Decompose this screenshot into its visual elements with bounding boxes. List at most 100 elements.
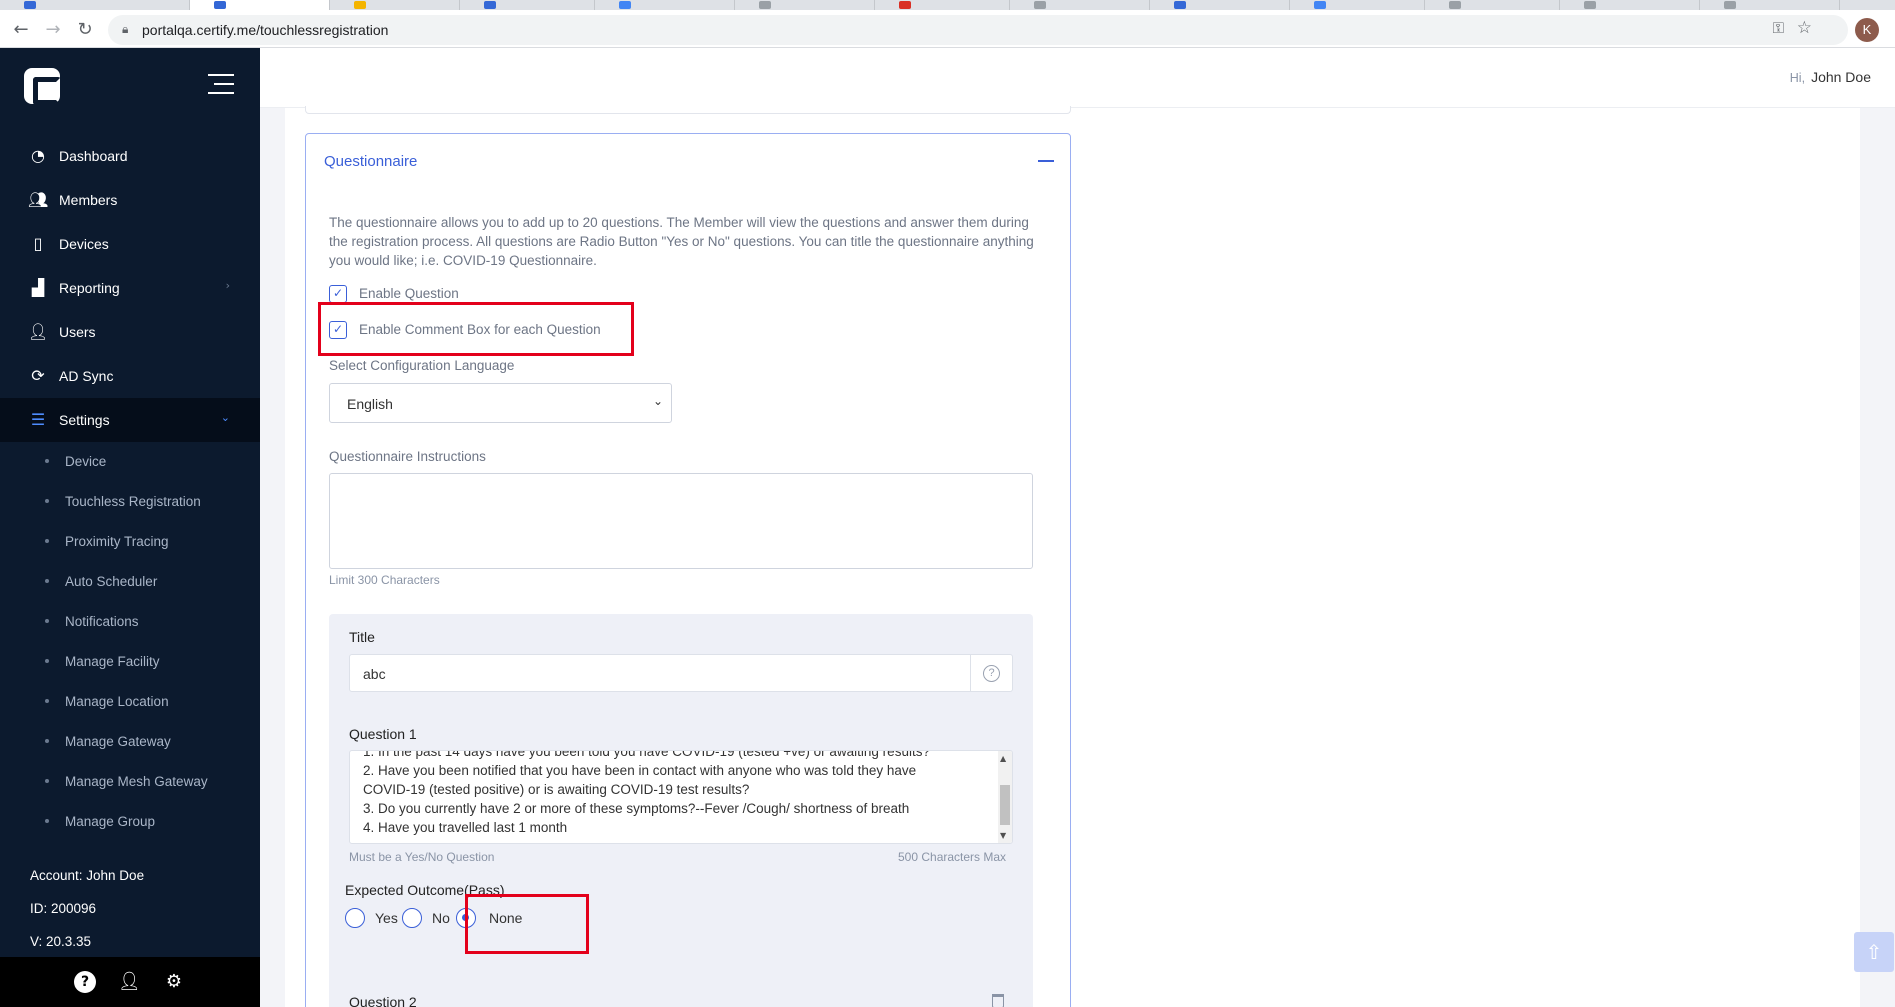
browser-tab[interactable] xyxy=(1290,0,1425,10)
outcome-no-label: No xyxy=(432,910,450,926)
help-icon[interactable]: ? xyxy=(74,971,96,993)
sidebar-item-users[interactable]: 👤︎ Users xyxy=(0,310,260,354)
textarea-scrollbar[interactable]: ▲ ▼ xyxy=(998,751,1012,843)
sidebar-subitem-label: Auto Scheduler xyxy=(65,574,158,589)
scroll-to-top-button[interactable]: ⇧ xyxy=(1854,932,1894,972)
certify-logo[interactable] xyxy=(24,68,61,105)
language-selected-value: English xyxy=(347,396,393,412)
bullet-icon xyxy=(45,779,49,783)
sidebar-subitem-auto-scheduler[interactable]: Auto Scheduler xyxy=(0,566,260,596)
question-yes-no-hint: Must be a Yes/No Question xyxy=(349,850,495,864)
sidebar-item-dashboard[interactable]: ◔ Dashboard xyxy=(0,134,260,178)
trash-icon[interactable] xyxy=(992,994,1004,1007)
collapse-minus-icon[interactable] xyxy=(1038,160,1054,162)
scroll-up-icon[interactable]: ▲ xyxy=(1000,754,1006,763)
bullet-icon xyxy=(45,459,49,463)
sidebar-item-label: Devices xyxy=(59,236,109,252)
profile-avatar[interactable]: K xyxy=(1855,18,1879,42)
browser-tab[interactable] xyxy=(460,0,595,10)
sidebar-item-label: Dashboard xyxy=(59,148,128,164)
bookmark-star-icon[interactable]: ☆ xyxy=(1797,18,1812,38)
sidebar-subitem-label: Manage Facility xyxy=(65,654,160,669)
key-icon[interactable]: ⚿ xyxy=(1773,19,1784,37)
question-line: 3. Do you currently have 2 or more of th… xyxy=(363,801,910,816)
browser-tab[interactable] xyxy=(595,0,735,10)
sidebar-subitem-manage-gateway[interactable]: Manage Gateway xyxy=(0,726,260,756)
browser-tab[interactable] xyxy=(1560,0,1700,10)
bullet-icon xyxy=(45,819,49,823)
outcome-yes-radio[interactable] xyxy=(345,908,365,928)
sidebar-item-settings[interactable]: ☰ Settings ⌄ xyxy=(0,398,260,442)
user-greeting[interactable]: Hi, John Doe xyxy=(1790,69,1871,85)
members-icon: 👥︎ xyxy=(28,190,49,209)
browser-tab[interactable] xyxy=(1010,0,1150,10)
question-line: 2. Have you been notified that you have … xyxy=(363,763,917,778)
sidebar-subitem-touchless-registration[interactable]: Touchless Registration xyxy=(0,486,260,516)
highlight-box-comment-checkbox xyxy=(318,302,634,356)
sidebar-item-ad-sync[interactable]: ⟳ AD Sync xyxy=(0,354,260,398)
user-icon: 👤︎ xyxy=(28,322,49,341)
sidebar-subitem-manage-location[interactable]: Manage Location xyxy=(0,686,260,716)
sidebar-item-reporting[interactable]: ▟ Reporting › xyxy=(0,266,260,310)
sidebar-subitem-manage-mesh-gateway[interactable]: Manage Mesh Gateway xyxy=(0,766,260,796)
hamburger-menu-icon[interactable] xyxy=(208,74,234,96)
chevron-down-icon: ⌄ xyxy=(652,394,663,408)
sidebar-item-label: Users xyxy=(59,324,96,340)
back-arrow-icon[interactable]: ← xyxy=(8,17,34,43)
questions-panel: Title abc ? Question 1 1. In the past 14… xyxy=(329,614,1033,1007)
browser-tab-active[interactable] xyxy=(190,0,330,10)
sidebar-item-devices[interactable]: ▯ Devices xyxy=(0,222,260,266)
lock-icon: 🔒︎ xyxy=(122,22,129,36)
outcome-yes-label: Yes xyxy=(375,910,398,926)
gear-icon[interactable]: ⚙ xyxy=(163,971,185,993)
url-text[interactable]: portalqa.certify.me/touchlessregistratio… xyxy=(142,22,388,38)
title-input[interactable]: abc xyxy=(349,654,971,692)
sidebar-item-members[interactable]: 👥︎ Members xyxy=(0,178,260,222)
sidebar-subitem-manage-facility[interactable]: Manage Facility xyxy=(0,646,260,676)
sidebar-subitem-notifications[interactable]: Notifications xyxy=(0,606,260,636)
bullet-icon xyxy=(45,499,49,503)
browser-tab[interactable] xyxy=(735,0,875,10)
sidebar-item-label: AD Sync xyxy=(59,368,114,384)
browser-address-bar: ← → ↻ 🔒︎ portalqa.certify.me/touchlessre… xyxy=(0,10,1895,48)
reload-icon[interactable]: ↻ xyxy=(72,17,98,43)
instructions-limit-hint: Limit 300 Characters xyxy=(329,573,440,587)
browser-tab[interactable] xyxy=(0,0,190,10)
app-version: V: 20.3.35 xyxy=(30,934,92,949)
browser-tab[interactable] xyxy=(1425,0,1560,10)
url-bar[interactable]: 🔒︎ portalqa.certify.me/touchlessregistra… xyxy=(108,15,1848,45)
greeting-text: Hi, xyxy=(1789,71,1806,85)
scroll-thumb[interactable] xyxy=(1000,785,1010,825)
instructions-textarea[interactable] xyxy=(329,473,1033,569)
user-settings-icon[interactable]: 👤︎ xyxy=(118,971,141,993)
language-select[interactable]: English ⌄ xyxy=(329,383,672,423)
card-title[interactable]: Questionnaire xyxy=(324,153,417,170)
sidebar-subitem-manage-group[interactable]: Manage Group xyxy=(0,806,260,836)
browser-tab[interactable] xyxy=(1150,0,1290,10)
sidebar-subitem-label: Touchless Registration xyxy=(65,494,201,509)
bullet-icon xyxy=(45,699,49,703)
sync-icon: ⟳ xyxy=(31,366,45,385)
questionnaire-description: The questionnaire allows you to add up t… xyxy=(329,215,1034,268)
sidebar-subitem-proximity-tracing[interactable]: Proximity Tracing xyxy=(0,526,260,556)
questionnaire-card: Questionnaire The questionnaire allows y… xyxy=(305,133,1071,1007)
sidebar-subitem-device[interactable]: Device xyxy=(0,446,260,476)
browser-tab[interactable] xyxy=(1700,0,1840,10)
question-2-label: Question 2 xyxy=(349,994,417,1007)
sidebar-subitem-label: Notifications xyxy=(65,614,139,629)
sidebar-subitem-label: Manage Group xyxy=(65,814,156,829)
title-help-button[interactable]: ? xyxy=(971,654,1013,692)
forward-arrow-icon[interactable]: → xyxy=(40,17,66,43)
question-1-textarea[interactable]: 1. In the past 14 days have you been tol… xyxy=(349,750,1013,844)
scroll-down-icon[interactable]: ▼ xyxy=(1000,831,1006,840)
enable-question-checkbox[interactable]: ✓ xyxy=(329,285,347,303)
bullet-icon xyxy=(45,659,49,663)
browser-tab[interactable] xyxy=(330,0,460,10)
title-input-value: abc xyxy=(363,666,386,682)
browser-tab-strip xyxy=(0,0,1895,10)
sidebar-item-label: Settings xyxy=(59,412,110,428)
sidebar-subitem-label: Proximity Tracing xyxy=(65,534,169,549)
outcome-no-radio[interactable] xyxy=(402,908,422,928)
browser-tab[interactable] xyxy=(875,0,1010,10)
sidebar-subitem-label: Device xyxy=(65,454,107,469)
